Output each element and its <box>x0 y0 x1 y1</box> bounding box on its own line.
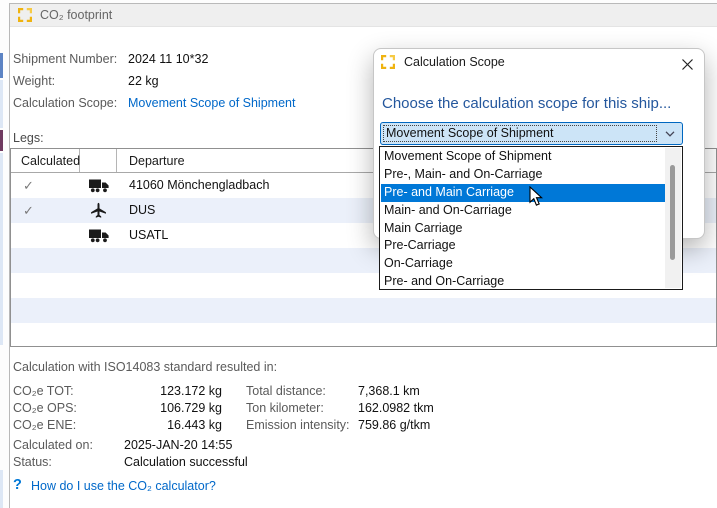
window-title: CO₂ footprint <box>40 8 112 22</box>
dialog-logo-icon <box>381 55 395 69</box>
empty-cell <box>80 248 117 273</box>
emission-intensity-label: Emission intensity: <box>246 418 350 432</box>
dialog-titlebar: Calculation Scope <box>381 55 505 69</box>
app-logo-icon <box>18 8 32 22</box>
scope-option[interactable]: Main Carriage <box>381 220 665 238</box>
column-header-mode <box>80 149 117 172</box>
empty-cell <box>80 298 117 323</box>
screenshot-root: CO₂ footprint Shipment Number: 2024 11 1… <box>0 0 717 508</box>
close-icon <box>681 58 694 71</box>
calculated-on-value: 2025-JAN-20 14:55 <box>124 438 232 452</box>
scope-option[interactable]: Pre-Carriage <box>381 237 665 255</box>
results-heading: Calculation with ISO14083 standard resul… <box>13 360 277 374</box>
background-window-edge <box>0 470 3 508</box>
departure-cell <box>117 298 716 323</box>
calculated-checkmark <box>11 273 80 298</box>
plane-icon <box>80 198 117 223</box>
calculated-checkmark <box>11 298 80 323</box>
co2e-ops-label: CO₂e OPS: <box>13 401 77 415</box>
calculation-scope-link[interactable]: Movement Scope of Shipment <box>128 96 295 110</box>
dialog-title: Calculation Scope <box>404 55 505 69</box>
legs-label: Legs: <box>13 131 44 145</box>
co2e-ene-value: 16.443 kg <box>122 418 222 432</box>
ton-kilometer-value: 162.0982 tkm <box>358 401 434 415</box>
scope-option[interactable]: On-Carriage <box>381 255 665 273</box>
truck-icon <box>80 173 117 198</box>
calculated-checkmark: ✓ <box>11 198 80 223</box>
weight-value: 22 kg <box>128 74 159 88</box>
scope-option[interactable]: Pre- and On-Carriage <box>381 273 665 291</box>
empty-cell <box>80 273 117 298</box>
total-distance-label: Total distance: <box>246 384 326 398</box>
truck-icon <box>80 223 117 248</box>
table-row <box>11 298 716 323</box>
co2e-tot-value: 123.172 kg <box>122 384 222 398</box>
scope-combobox[interactable]: Movement Scope of Shipment <box>380 122 683 145</box>
co2e-ene-label: CO₂e ENE: <box>13 418 76 432</box>
dialog-prompt: Choose the calculation scope for this sh… <box>382 95 696 112</box>
calculated-on-label: Calculated on: <box>13 438 93 452</box>
scope-dropdown-list: Movement Scope of ShipmentPre-, Main- an… <box>379 146 683 290</box>
background-window-edge <box>0 130 3 151</box>
status-label: Status: <box>13 455 52 469</box>
shipment-number-label: Shipment Number: <box>13 52 117 66</box>
column-header-calculated: Calculated <box>11 149 80 172</box>
help-question-icon[interactable]: ? <box>13 477 22 493</box>
main-titlebar: CO₂ footprint <box>10 4 717 27</box>
departure-cell <box>117 323 716 347</box>
scope-option[interactable]: Movement Scope of Shipment <box>381 148 665 166</box>
background-window-edge <box>0 53 3 78</box>
shipment-number-value: 2024 11 10*32 <box>128 52 208 66</box>
mouse-cursor <box>529 186 543 210</box>
empty-cell <box>80 323 117 347</box>
scope-option[interactable]: Pre- and Main Carriage <box>381 184 665 202</box>
scope-option[interactable]: Pre-, Main- and On-Carriage <box>381 166 665 184</box>
calculated-checkmark: ✓ <box>11 173 80 198</box>
background-window-edge <box>0 80 3 128</box>
scope-option[interactable]: Main- and On-Carriage <box>381 202 665 220</box>
dropdown-scrollbar-thumb[interactable] <box>670 165 675 260</box>
dropdown-scrollbar[interactable] <box>665 148 681 288</box>
calculated-checkmark <box>11 248 80 273</box>
scope-combobox-value: Movement Scope of Shipment <box>382 124 658 143</box>
co2e-ops-value: 106.729 kg <box>122 401 222 415</box>
total-distance-value: 7,368.1 km <box>358 384 420 398</box>
weight-label: Weight: <box>13 74 55 88</box>
calculated-checkmark <box>11 223 80 248</box>
calculation-scope-label: Calculation Scope: <box>13 96 117 110</box>
table-row <box>11 323 716 347</box>
background-window-edge <box>0 153 3 345</box>
status-value: Calculation successful <box>124 455 248 469</box>
co2e-tot-label: CO₂e TOT: <box>13 384 74 398</box>
chevron-down-icon <box>658 131 682 137</box>
help-link[interactable]: How do I use the CO₂ calculator? <box>31 479 216 493</box>
emission-intensity-value: 759.86 g/tkm <box>358 418 430 432</box>
ton-kilometer-label: Ton kilometer: <box>246 401 324 415</box>
calculated-checkmark <box>11 323 80 347</box>
dialog-close-button[interactable] <box>676 53 698 75</box>
